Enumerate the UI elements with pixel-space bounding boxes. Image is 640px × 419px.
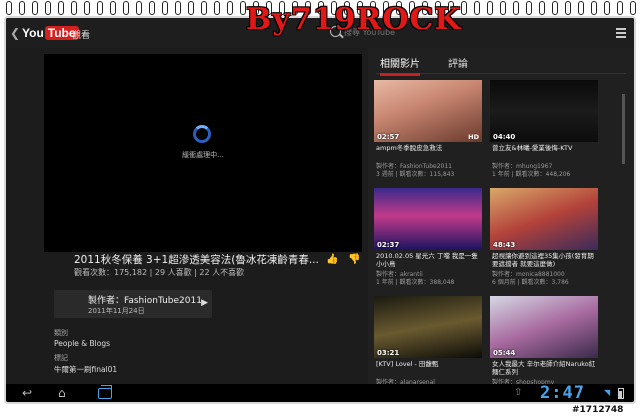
- nav-back-icon[interactable]: ↩: [22, 386, 32, 400]
- spiral-ring: [136, 1, 142, 15]
- wifi-icon: ◥: [604, 388, 611, 397]
- youtube-logo[interactable]: You Tube: [22, 26, 79, 40]
- related-video-card[interactable]: 03:21[KTV] Lovel - 田馥甄製作者：alanarsenal1 年…: [374, 296, 482, 396]
- upload-icon: ⇧: [514, 387, 523, 398]
- video-player[interactable]: 緩衝處理中...: [44, 54, 362, 252]
- video-duration: 02:57: [377, 133, 400, 141]
- thumbs-down-icon[interactable]: 👎: [348, 254, 360, 265]
- video-thumbnail[interactable]: 04:40: [490, 80, 598, 142]
- tab-related[interactable]: 相關影片: [380, 55, 420, 76]
- related-video-views: 1 年前 | 觀看次數：388,048: [376, 279, 455, 286]
- loading-text: 緩衝處理中...: [182, 151, 224, 159]
- scrollbar[interactable]: [622, 94, 625, 164]
- related-pane: 相關影片 評論 02:57 HD ampm冬季脫皮急救法 製作者：FashionTub…: [368, 48, 634, 394]
- chevron-right-icon: ▶: [201, 298, 208, 308]
- nav-recent-apps-icon[interactable]: [98, 385, 112, 399]
- related-video-title[interactable]: 2010.02.05 星光六 丁噹 我是一隻小小鳥: [376, 252, 480, 268]
- video-title: 2011秋冬保養 3+1超滲透美容法(魯冰花凍齡青春...: [74, 254, 319, 266]
- spiral-ring: [32, 1, 38, 15]
- back-arrow-icon[interactable]: ❮: [10, 26, 20, 40]
- video-duration: 04:40: [493, 133, 516, 141]
- spiral-ring: [71, 1, 77, 15]
- spiral-ring: [123, 1, 129, 15]
- video-duration: 48:43: [493, 241, 516, 249]
- related-video-title[interactable]: 曾立友&林曦-愛業後悔-KTV: [492, 144, 596, 160]
- video-thumbnail[interactable]: 05:44: [490, 296, 598, 358]
- spiral-ring: [188, 1, 194, 15]
- tablet-screen: ❮ You Tube 觀看 緩衝處理中... 2011秋冬保養 3+1超滲透美容…: [4, 16, 636, 404]
- watermark: By719ROCK: [246, 2, 462, 37]
- related-video-card[interactable]: 04:40 曾立友&林曦-愛業後悔-KTV 製作者：mhung1967 1 年前 | …: [490, 80, 598, 180]
- related-video-card[interactable]: 05:44 女人我最大 辛尔老師介紹Naruko紅麵仁系列 製作者：shopshop…: [490, 296, 598, 396]
- related-video-views: 1 年前 | 觀看次數：448,206: [492, 171, 571, 178]
- spiral-ring: [162, 1, 168, 15]
- related-video-views: 3 週前 | 觀看次數：115,843: [376, 171, 455, 178]
- spiral-ring: [58, 1, 64, 15]
- thumbs-up-icon[interactable]: 👍: [326, 254, 338, 265]
- channel-card[interactable]: 製作者：FashionTube2011 2011年11月24日 ▶: [54, 290, 212, 318]
- category-value: People & Blogs: [54, 339, 111, 348]
- spiral-ring: [175, 1, 181, 15]
- video-stats: 觀看次數：175,182 | 29 人喜歡 | 22 人不喜歡: [74, 268, 245, 277]
- tags-value: 牛爾第一刷final01: [54, 365, 118, 374]
- category-label: 類別: [54, 329, 68, 337]
- watch-pane: 緩衝處理中... 2011秋冬保養 3+1超滲透美容法(魯冰花凍齡青春... 觀…: [6, 48, 368, 384]
- related-video-title[interactable]: 超視讓你避到這裡35集小孩(發育期要遮擋者 就要這麼做): [492, 252, 596, 268]
- loading-spinner-icon: [193, 125, 211, 143]
- upload-date: 2011年11月24日: [88, 307, 145, 315]
- page-title: 觀看: [72, 31, 91, 41]
- hd-badge: HD: [468, 133, 479, 141]
- spiral-ring: [201, 1, 207, 15]
- spiral-ring: [6, 1, 12, 15]
- nav-home-icon[interactable]: ⌂: [58, 386, 66, 400]
- spiral-ring: [227, 1, 233, 15]
- video-thumbnail[interactable]: 02:37: [374, 188, 482, 250]
- video-thumbnail[interactable]: 48:43: [490, 188, 598, 250]
- video-duration: 03:21: [377, 349, 400, 357]
- tab-bar: 相關影片 評論: [376, 52, 626, 76]
- tags-label: 標記: [54, 354, 68, 362]
- spiral-ring: [19, 1, 25, 15]
- spiral-ring: [149, 1, 155, 15]
- related-video-title[interactable]: ampm冬季脫皮急救法: [376, 144, 480, 160]
- spiral-ring: [84, 1, 90, 15]
- tab-comments[interactable]: 評論: [448, 55, 468, 70]
- related-video-title[interactable]: 女人我最大 辛尔老師介紹Naruko紅麵仁系列: [492, 360, 596, 376]
- spiral-ring: [110, 1, 116, 15]
- related-video-title[interactable]: [KTV] Lovel - 田馥甄: [376, 360, 480, 376]
- spiral-ring: [45, 1, 51, 15]
- system-bar: ↩ ⌂ ⇧ 2:47 ◥: [6, 383, 634, 403]
- spiral-ring: [214, 1, 220, 15]
- video-duration: 02:37: [377, 241, 400, 249]
- related-video-card[interactable]: 48:43 超視讓你避到這裡35集小孩(發育期要遮擋者 就要這麼做) 製作者：mon…: [490, 188, 598, 288]
- credit-text: #1712748: [572, 405, 624, 415]
- video-thumbnail[interactable]: 03:21: [374, 296, 482, 358]
- logo-you: You: [22, 26, 44, 40]
- related-video-card[interactable]: 02:57 HD ampm冬季脫皮急救法 製作者：FashionTube2011 3 週…: [374, 80, 482, 180]
- related-video-card[interactable]: 02:37 2010.02.05 星光六 丁噹 我是一隻小小鳥 製作者：akrant…: [374, 188, 482, 288]
- related-video-views: 6 個月前 | 觀看次數：3,786: [492, 279, 569, 286]
- spiral-ring: [97, 1, 103, 15]
- battery-icon: [618, 388, 624, 399]
- video-duration: 05:44: [493, 349, 516, 357]
- clock: 2:47: [540, 383, 585, 403]
- video-thumbnail[interactable]: 02:57 HD: [374, 80, 482, 142]
- channel-name: 製作者：FashionTube2011: [88, 296, 202, 306]
